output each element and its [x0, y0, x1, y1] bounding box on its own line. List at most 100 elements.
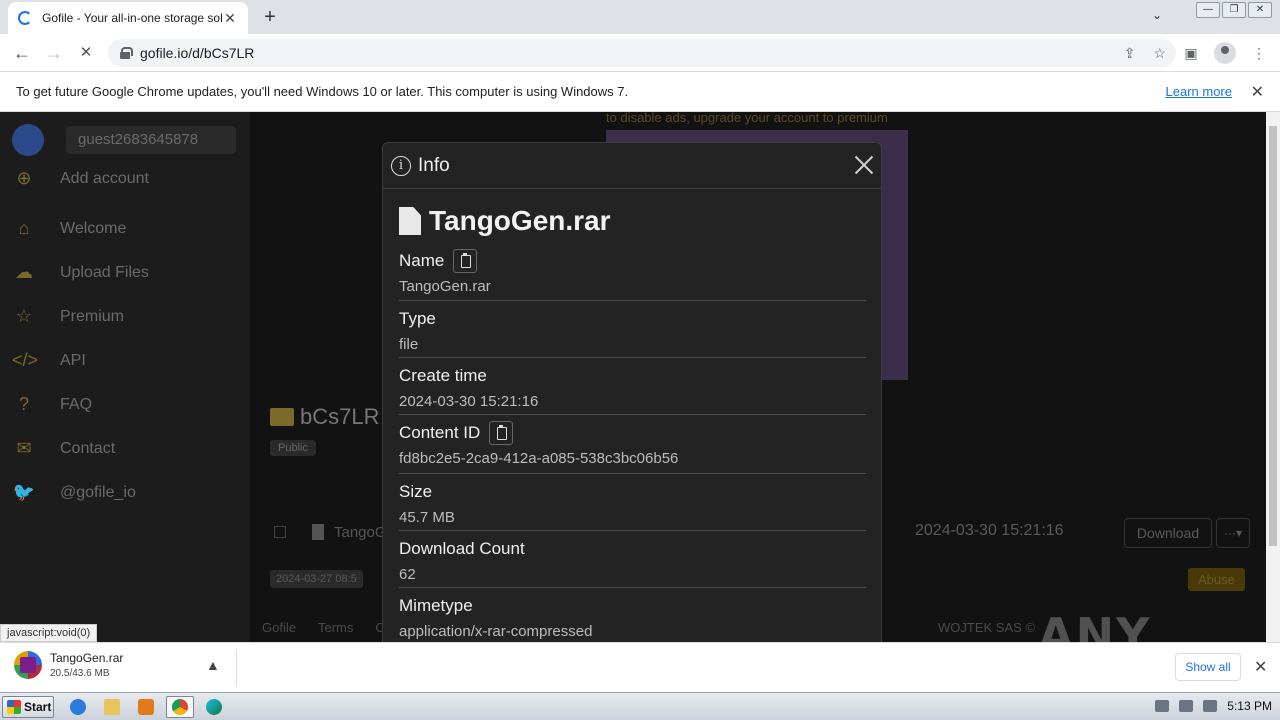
- learn-more-link[interactable]: Learn more: [1166, 84, 1232, 99]
- field-type: Type file: [399, 307, 866, 358]
- sidebar-item-label: Upload Files: [60, 264, 149, 281]
- field-value: 45.7 MB: [399, 509, 455, 526]
- sidebar-item-api[interactable]: </> API: [12, 350, 86, 372]
- download-item[interactable]: TangoGen.rar 20.5/43.6 MB: [14, 651, 123, 679]
- more-options-button[interactable]: ···▾: [1216, 518, 1250, 548]
- volume-icon[interactable]: [1155, 700, 1170, 712]
- network-icon[interactable]: [1179, 700, 1194, 712]
- share-icon[interactable]: ⇪: [1124, 45, 1136, 62]
- bookmark-star-icon[interactable]: ☆: [1153, 45, 1166, 62]
- back-button[interactable]: ←: [10, 42, 34, 64]
- field-create-time: Create time 2024-03-30 15:21:16: [399, 364, 866, 415]
- upload-icon: ☁: [15, 262, 33, 282]
- abuse-button[interactable]: Abuse: [1188, 568, 1245, 591]
- forward-button[interactable]: →: [42, 42, 66, 64]
- footer-copyright: WOJTEK SAS ©: [938, 620, 1035, 635]
- rar-file-icon: [14, 651, 42, 679]
- lock-icon[interactable]: [120, 47, 133, 59]
- file-icon: [399, 207, 421, 235]
- info-icon: i: [391, 155, 411, 176]
- chevron-up-icon[interactable]: ▲: [206, 657, 220, 673]
- windows-taskbar: Start 5:13 PM: [0, 692, 1280, 720]
- field-label: Name: [399, 251, 445, 270]
- field-value: 62: [399, 566, 416, 583]
- tab-close-icon[interactable]: ✕: [222, 10, 238, 27]
- footer-link-terms[interactable]: Terms: [318, 620, 353, 635]
- stop-button[interactable]: ✕: [74, 42, 98, 64]
- folder-header: bCs7LR: [270, 404, 379, 430]
- sidebar-item-faq[interactable]: ? FAQ: [12, 394, 92, 416]
- show-all-button[interactable]: Show all: [1175, 653, 1241, 681]
- scrollbar-thumb[interactable]: [1269, 126, 1277, 546]
- browser-tab[interactable]: Gofile - Your all-in-one storage soluti …: [8, 2, 248, 34]
- tab-search-icon[interactable]: ⌄: [1152, 8, 1162, 22]
- restore-button[interactable]: ❐: [1222, 2, 1246, 18]
- page-scrollbar[interactable]: [1266, 112, 1280, 642]
- infobar-close-icon[interactable]: ✕: [1251, 82, 1264, 102]
- update-infobar: To get future Google Chrome updates, you…: [0, 72, 1280, 112]
- copy-content-id-button[interactable]: [489, 421, 514, 445]
- sidebar-item-welcome[interactable]: ⌂ Welcome: [12, 218, 127, 240]
- flag-icon[interactable]: [1203, 700, 1218, 712]
- sidebar-item-label: @gofile_io: [60, 484, 136, 501]
- clock[interactable]: 5:13 PM: [1227, 699, 1272, 713]
- field-value: file: [399, 336, 419, 353]
- field-label: Content ID: [399, 423, 481, 442]
- chrome-icon[interactable]: [166, 696, 194, 718]
- explorer-icon[interactable]: [98, 696, 126, 718]
- media-player-icon[interactable]: [132, 696, 160, 718]
- copy-name-button[interactable]: [453, 249, 478, 273]
- chrome-menu-icon[interactable]: ⋮: [1248, 45, 1270, 62]
- download-shelf-close-icon[interactable]: ✕: [1254, 657, 1267, 677]
- avatar: [12, 124, 44, 156]
- file-checkbox[interactable]: [274, 526, 286, 538]
- start-button[interactable]: Start: [2, 696, 54, 718]
- sidebar-item-premium[interactable]: ☆ Premium: [12, 306, 124, 328]
- info-modal: i Info TangoGen.rar Name TangoGen.rar Ty…: [382, 142, 882, 642]
- sidebar-item-label: Contact: [60, 440, 116, 457]
- window-close-button[interactable]: ✕: [1248, 2, 1272, 18]
- account-selector[interactable]: guest2683645878: [12, 124, 236, 156]
- folder-name: bCs7LR: [300, 404, 380, 429]
- field-label: Type: [399, 309, 436, 328]
- sidebar-item-label: Welcome: [60, 220, 127, 237]
- footer-link-gofile[interactable]: Gofile: [262, 620, 296, 635]
- modal-close-icon[interactable]: [853, 154, 875, 176]
- tab-title: Gofile - Your all-in-one storage soluti: [42, 11, 222, 25]
- download-button[interactable]: Download: [1124, 518, 1212, 548]
- sidebar-item-label: Premium: [60, 308, 125, 325]
- mail-icon: ✉: [16, 438, 32, 458]
- file-title: TangoGen.rar: [399, 205, 611, 237]
- edge-icon[interactable]: [200, 696, 228, 718]
- minimize-button[interactable]: —: [1196, 2, 1220, 18]
- status-bar-link: javascript:void(0): [0, 624, 98, 642]
- star-icon: ☆: [15, 306, 33, 326]
- url-text: gofile.io/d/bCs7LR: [140, 45, 255, 61]
- field-label: Mimetype: [399, 596, 473, 615]
- field-mimetype: Mimetype application/x-rar-compressed: [399, 594, 866, 642]
- field-name: Name TangoGen.rar: [399, 249, 866, 301]
- twitter-icon: 🐦: [12, 482, 36, 502]
- sidebar-item-twitter[interactable]: 🐦 @gofile_io: [12, 482, 136, 504]
- field-content-id: Content ID fd8bc2e5-2ca9-412a-a085-538c3…: [399, 421, 866, 474]
- infobar-message: To get future Google Chrome updates, you…: [16, 84, 629, 99]
- side-panel-icon[interactable]: ▣: [1180, 45, 1202, 62]
- file-title-text: TangoGen.rar: [429, 205, 611, 236]
- profile-avatar-icon[interactable]: [1214, 42, 1236, 64]
- field-size: Size 45.7 MB: [399, 480, 866, 531]
- sidebar-item-contact[interactable]: ✉ Contact: [12, 438, 115, 460]
- address-bar[interactable]: gofile.io/d/bCs7LR ⇪ ☆: [108, 39, 1176, 67]
- home-icon: ⌂: [18, 218, 30, 238]
- start-label: Start: [24, 700, 52, 714]
- new-tab-button[interactable]: +: [258, 6, 282, 28]
- created-date-badge: 2024-03-27 08:5: [270, 570, 363, 588]
- window-controls: — ❐ ✕: [1196, 2, 1272, 18]
- ie-icon[interactable]: [64, 696, 92, 718]
- browser-toolbar: ← → ✕ gofile.io/d/bCs7LR ⇪ ☆ ▣ ⋮: [0, 34, 1280, 72]
- sidebar-item-upload[interactable]: ☁ Upload Files: [12, 262, 149, 284]
- field-value: application/x-rar-compressed: [399, 623, 593, 640]
- sidebar: guest2683645878 ⊕ Add account ⌂ Welcome ☁ U…: [0, 112, 250, 642]
- sidebar-item-add-account[interactable]: ⊕ Add account: [12, 168, 149, 190]
- file-link[interactable]: TangoG: [334, 524, 387, 541]
- field-label: Create time: [399, 366, 487, 385]
